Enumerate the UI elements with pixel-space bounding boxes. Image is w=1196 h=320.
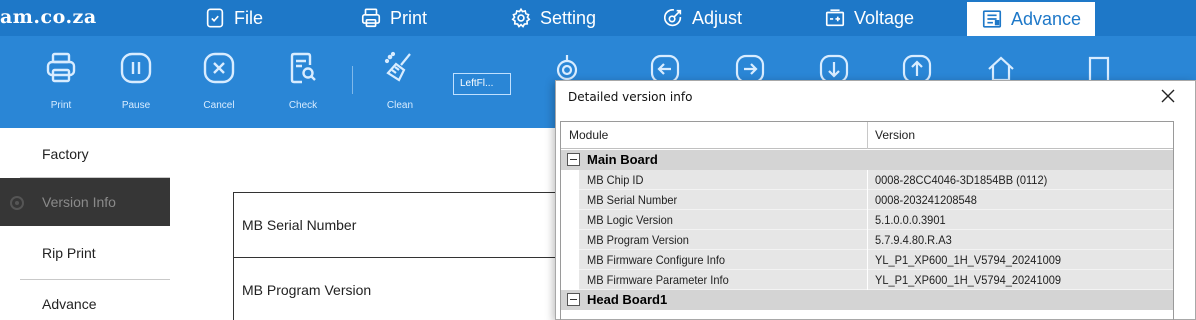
- advance-icon: [982, 10, 1002, 28]
- column-header-module[interactable]: Module: [569, 128, 608, 142]
- version-info-dialog: Detailed version info Module Version Mai…: [555, 80, 1196, 320]
- cell-divider: [867, 170, 868, 190]
- nav-item-label: Factory: [42, 146, 89, 162]
- tab-print-label: Print: [390, 7, 428, 28]
- module-cell: MB Serial Number: [587, 193, 678, 207]
- tab-advance[interactable]: Advance: [967, 2, 1096, 36]
- cancel-icon: [203, 52, 235, 84]
- module-cell: MB Logic Version: [587, 213, 673, 227]
- tab-setting-label: Setting: [540, 7, 597, 28]
- brush-icon: [384, 51, 411, 82]
- table-row[interactable]: MB Program Version 5.7.9.4.80.R.A3: [579, 230, 1173, 250]
- column-divider[interactable]: [867, 122, 868, 149]
- tab-file[interactable]: File: [204, 0, 263, 36]
- module-cell: MB Firmware Parameter Info: [587, 273, 729, 287]
- nav-item-factory[interactable]: Factory: [0, 130, 170, 178]
- close-icon: [1161, 89, 1175, 103]
- property-row: MB Program Version: [233, 257, 563, 320]
- nav-item-rip-print[interactable]: Rip Print: [0, 229, 170, 277]
- nav-item-label: Advance: [42, 296, 97, 312]
- group-row-main-board[interactable]: Main Board: [561, 150, 1173, 170]
- table-row[interactable]: MB Chip ID 0008-28CC4046-3D1854BB (0112): [579, 170, 1173, 190]
- print-button[interactable]: Print: [31, 50, 91, 111]
- cancel-button[interactable]: Cancel: [189, 50, 249, 111]
- tab-advance-label: Advance: [1011, 8, 1082, 29]
- radio-dot-icon: [10, 196, 24, 210]
- version-cell: YL_P1_XP600_1H_V5794_20241009: [875, 273, 1062, 287]
- tab-adjust[interactable]: Adjust: [662, 0, 742, 36]
- property-row: MB Serial Number: [233, 192, 563, 258]
- table-row[interactable]: MB Firmware Configure Info YL_P1_XP600_1…: [579, 250, 1173, 270]
- pause-button-label: Pause: [121, 100, 151, 111]
- version-cell: YL_P1_XP600_1H_V5794_20241009: [875, 253, 1062, 267]
- check-button[interactable]: Check: [273, 50, 333, 111]
- close-button[interactable]: [1159, 87, 1177, 105]
- position-field[interactable]: LeftFl...: [453, 73, 511, 95]
- nav-item-label: Rip Print: [42, 245, 96, 261]
- group-row-head-board1[interactable]: Head Board1: [561, 290, 1173, 310]
- version-cell: 5.1.0.0.0.3901: [875, 213, 946, 227]
- cell-divider: [867, 210, 868, 230]
- check-button-label: Check: [288, 100, 318, 111]
- side-nav: Factory Version Info Rip Print Advance: [0, 128, 170, 320]
- home-icon: [988, 56, 1014, 82]
- table-header: Module Version: [561, 122, 1173, 149]
- module-cell: MB Firmware Configure Info: [587, 253, 726, 267]
- print-button-label: Print: [50, 100, 72, 111]
- version-table: Module Version Main Board MB Chip ID 000…: [560, 121, 1174, 320]
- cell-divider: [867, 230, 868, 250]
- arrow-down-icon: [819, 54, 849, 84]
- module-cell: MB Program Version: [587, 233, 689, 247]
- group-label: Main Board: [587, 152, 658, 167]
- gear-icon: [511, 7, 531, 28]
- voltage-icon: [825, 9, 845, 27]
- menu-bar: am.co.za File Print Setting Adjust Volta…: [0, 0, 1196, 36]
- tab-voltage-label: Voltage: [854, 7, 915, 28]
- tab-voltage[interactable]: Voltage: [824, 0, 914, 36]
- tab-setting[interactable]: Setting: [510, 0, 596, 36]
- group-label: Head Board1: [587, 292, 668, 307]
- cell-divider: [867, 270, 868, 290]
- printer-icon: [361, 8, 381, 28]
- dialog-title: Detailed version info: [568, 90, 693, 104]
- version-cell: 5.7.9.4.80.R.A3: [875, 233, 952, 247]
- check-document-icon: [290, 52, 316, 84]
- arrow-left-icon: [650, 54, 680, 84]
- pause-button[interactable]: Pause: [106, 50, 166, 111]
- table-row[interactable]: MB Logic Version 5.1.0.0.0.3901: [579, 210, 1173, 230]
- property-label: MB Serial Number: [242, 217, 357, 233]
- app-window: am.co.za File Print Setting Adjust Volta…: [0, 0, 1196, 320]
- arrow-right-icon: [735, 54, 765, 84]
- adjust-icon: [663, 9, 682, 27]
- arrow-up-icon: [902, 54, 932, 84]
- nav-item-advance[interactable]: Advance: [0, 280, 170, 320]
- table-row[interactable]: MB Serial Number 0008-203241208548: [579, 190, 1173, 210]
- version-cell: 0008-28CC4046-3D1854BB (0112): [875, 173, 1048, 187]
- printer-icon: [46, 52, 76, 83]
- cell-divider: [867, 190, 868, 210]
- cancel-button-label: Cancel: [203, 100, 235, 111]
- pause-icon: [120, 52, 152, 84]
- target-icon: [556, 55, 578, 81]
- tab-file-label: File: [234, 7, 264, 28]
- version-cell: 0008-203241208548: [875, 193, 977, 207]
- brand-logo: am.co.za: [0, 6, 97, 28]
- property-label: MB Program Version: [242, 282, 372, 298]
- table-row[interactable]: MB Firmware Parameter Info YL_P1_XP600_1…: [579, 270, 1173, 290]
- nav-item-label: Version Info: [42, 194, 116, 210]
- clean-button[interactable]: Clean: [370, 50, 430, 111]
- toolbar-separator: [352, 66, 353, 94]
- column-header-version[interactable]: Version: [875, 128, 915, 142]
- tab-adjust-label: Adjust: [692, 7, 743, 28]
- collapse-icon[interactable]: [567, 293, 580, 306]
- cell-divider: [867, 250, 868, 270]
- nav-item-version-info[interactable]: Version Info: [0, 178, 170, 226]
- page-icon: [1088, 56, 1110, 80]
- collapse-icon[interactable]: [567, 153, 580, 166]
- module-cell: MB Chip ID: [587, 173, 644, 187]
- clean-button-label: Clean: [386, 100, 414, 111]
- file-icon: [206, 8, 224, 28]
- tab-print[interactable]: Print: [360, 0, 427, 36]
